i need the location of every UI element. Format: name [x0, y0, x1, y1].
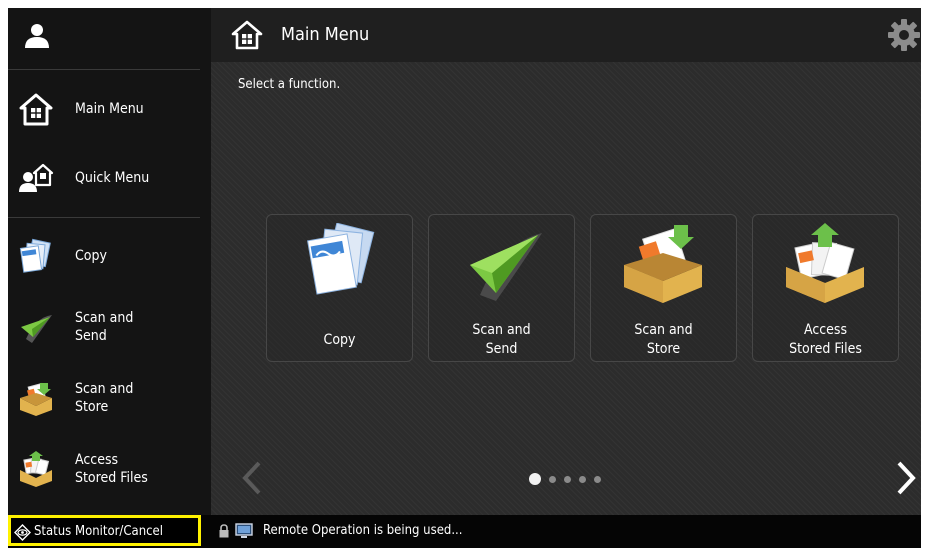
- page-indicator: [529, 472, 601, 486]
- page-dot[interactable]: [579, 475, 586, 483]
- sidebar-item-access-stored-files[interactable]: Access Stored Files: [8, 436, 211, 502]
- quick-menu-icon: [19, 163, 54, 192]
- stored-files-icon: [786, 223, 864, 303]
- sidebar-item-scan-and-store[interactable]: Scan and Store: [8, 365, 211, 431]
- sidebar-item-scan-and-send[interactable]: Scan and Send: [8, 294, 211, 360]
- home-icon: [19, 93, 53, 126]
- scan-and-store-tile[interactable]: Scan and Store: [590, 214, 737, 362]
- sidebar-item-label: Main Menu: [75, 101, 144, 117]
- tile-label: Copy: [323, 332, 356, 348]
- sidebar-item-label: Scan and Store: [75, 381, 134, 415]
- lock-icon: [219, 524, 229, 538]
- sidebar-item-main-menu[interactable]: Main Menu: [8, 76, 211, 142]
- scan-and-send-tile[interactable]: Scan and Send: [428, 214, 575, 362]
- stored-files-icon: [20, 451, 52, 487]
- box-store-icon: [624, 225, 702, 303]
- sidebar-divider: [8, 217, 200, 218]
- main-header: Main Menu: [211, 8, 921, 62]
- status-bar: Status Monitor/Cancel Remote Operation i…: [8, 515, 921, 548]
- main-panel: Main Menu Select a function. Copy Scan a…: [211, 8, 921, 515]
- user-login-button[interactable]: [8, 8, 211, 60]
- instruction-text: Select a function.: [238, 77, 341, 92]
- sidebar-divider: [8, 69, 200, 70]
- home-icon: [231, 20, 263, 50]
- paper-plane-icon: [21, 315, 52, 343]
- device-screen: Main Menu Quick Menu Copy Scan and Send …: [8, 8, 921, 548]
- status-monitor-icon: [14, 524, 31, 541]
- box-store-icon: [20, 382, 52, 416]
- next-page-arrow[interactable]: [893, 460, 919, 496]
- sidebar: Main Menu Quick Menu Copy Scan and Send …: [8, 8, 211, 515]
- sidebar-item-label: Copy: [75, 248, 107, 264]
- sidebar-item-label: Scan and Send: [75, 310, 134, 344]
- sidebar-item-quick-menu[interactable]: Quick Menu: [8, 145, 211, 211]
- paper-plane-icon: [470, 233, 542, 301]
- tile-label: Scan and Store: [634, 322, 693, 357]
- previous-page-arrow[interactable]: [239, 460, 265, 496]
- copy-icon: [19, 238, 51, 273]
- page-dot[interactable]: [594, 475, 601, 483]
- page-dot[interactable]: [564, 475, 571, 483]
- copy-tile[interactable]: Copy: [266, 214, 413, 362]
- copy-icon: [307, 223, 375, 295]
- tile-label: Access Stored Files: [789, 322, 862, 357]
- remote-operation-message: Remote Operation is being used...: [263, 523, 463, 538]
- status-monitor-cancel-button[interactable]: Status Monitor/Cancel: [8, 515, 201, 546]
- sidebar-item-copy[interactable]: Copy: [8, 223, 211, 289]
- access-stored-files-tile[interactable]: Access Stored Files: [752, 214, 899, 362]
- page-title: Main Menu: [281, 24, 370, 45]
- gear-icon[interactable]: [887, 18, 921, 52]
- page-dot[interactable]: [549, 475, 556, 483]
- remote-operation-icon: [235, 523, 253, 538]
- page-dot[interactable]: [529, 473, 541, 485]
- tile-label: Scan and Send: [472, 322, 531, 357]
- sidebar-item-label: Quick Menu: [75, 170, 150, 186]
- status-button-label: Status Monitor/Cancel: [34, 524, 164, 539]
- sidebar-item-label: Access Stored Files: [75, 452, 148, 486]
- user-icon: [25, 24, 49, 48]
